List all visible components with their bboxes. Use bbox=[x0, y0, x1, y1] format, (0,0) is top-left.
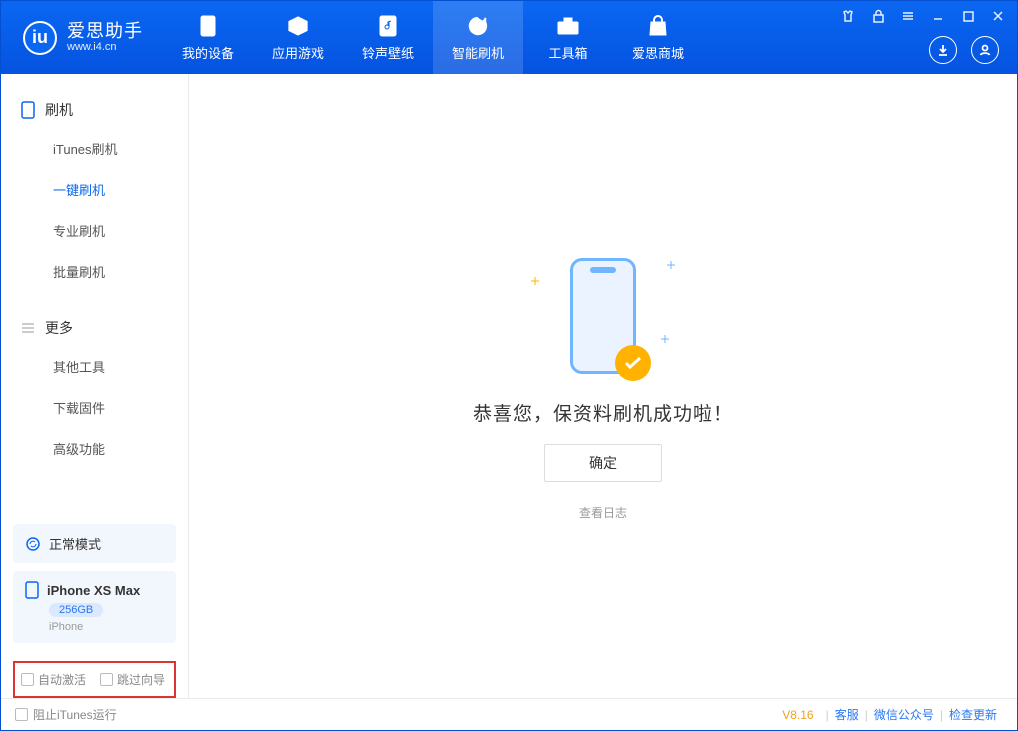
checkbox-label: 自动激活 bbox=[38, 671, 86, 688]
maximize-button[interactable] bbox=[959, 7, 977, 25]
sidebar-group-more[interactable]: 更多 bbox=[1, 310, 188, 346]
status-bar: 阻止iTunes运行 V8.16 | 客服 | 微信公众号 | 检查更新 bbox=[1, 698, 1017, 730]
brand-subtitle: www.i4.cn bbox=[67, 41, 143, 53]
download-button[interactable] bbox=[929, 36, 957, 64]
sparkle-icon bbox=[531, 277, 539, 285]
group-label: 刷机 bbox=[45, 100, 73, 120]
checkbox-label: 阻止iTunes运行 bbox=[33, 706, 117, 723]
shirt-icon[interactable] bbox=[839, 7, 857, 25]
app-logo-icon: iu bbox=[23, 21, 57, 55]
options-highlight-box: 自动激活 跳过向导 bbox=[13, 661, 176, 698]
tab-store[interactable]: 爱思商城 bbox=[613, 1, 703, 74]
checkbox-icon bbox=[100, 673, 113, 686]
mode-label: 正常模式 bbox=[49, 534, 101, 553]
toolbox-icon bbox=[556, 14, 580, 38]
tab-label: 爱思商城 bbox=[632, 43, 684, 62]
view-log-link[interactable]: 查看日志 bbox=[579, 504, 627, 521]
check-update-link[interactable]: 检查更新 bbox=[949, 706, 997, 723]
phone-icon bbox=[196, 14, 220, 38]
device-name: iPhone XS Max bbox=[47, 583, 140, 598]
sidebar-item-batch-flash[interactable]: 批量刷机 bbox=[1, 251, 188, 292]
checkbox-icon bbox=[15, 708, 28, 721]
top-nav: 我的设备 应用游戏 铃声壁纸 智能刷机 工具箱 爱思商城 bbox=[163, 1, 703, 74]
device-storage-pill: 256GB bbox=[49, 603, 103, 617]
tab-label: 我的设备 bbox=[182, 43, 234, 62]
skip-guide-checkbox[interactable]: 跳过向导 bbox=[100, 671, 165, 688]
lock-icon[interactable] bbox=[869, 7, 887, 25]
checkmark-badge-icon bbox=[615, 345, 651, 381]
sidebar-group-flash[interactable]: 刷机 bbox=[1, 92, 188, 128]
main-content: 恭喜您，保资料刷机成功啦！ 确定 查看日志 bbox=[189, 74, 1017, 698]
tab-label: 应用游戏 bbox=[272, 43, 324, 62]
sidebar-item-oneclick-flash[interactable]: 一键刷机 bbox=[1, 169, 188, 210]
version-label: V8.16 bbox=[782, 708, 813, 722]
tab-smart-flash[interactable]: 智能刷机 bbox=[433, 1, 523, 74]
tab-ringtone-wallpaper[interactable]: 铃声壁纸 bbox=[343, 1, 433, 74]
tablet-icon bbox=[21, 101, 35, 119]
brand-title: 爱思助手 bbox=[67, 22, 143, 42]
phone-icon bbox=[25, 581, 39, 599]
sidebar-item-advanced[interactable]: 高级功能 bbox=[1, 428, 188, 469]
ok-button[interactable]: 确定 bbox=[544, 444, 662, 482]
separator: | bbox=[826, 708, 829, 722]
sidebar-item-pro-flash[interactable]: 专业刷机 bbox=[1, 210, 188, 251]
sidebar-item-itunes-flash[interactable]: iTunes刷机 bbox=[1, 128, 188, 169]
device-mode-card[interactable]: 正常模式 bbox=[13, 524, 176, 563]
sidebar: 刷机 iTunes刷机 一键刷机 专业刷机 批量刷机 更多 其他工具 下载固件 … bbox=[1, 74, 189, 698]
tab-apps-games[interactable]: 应用游戏 bbox=[253, 1, 343, 74]
wechat-link[interactable]: 微信公众号 bbox=[874, 706, 934, 723]
separator: | bbox=[940, 708, 943, 722]
tab-label: 铃声壁纸 bbox=[362, 43, 414, 62]
device-info-card[interactable]: iPhone XS Max 256GB iPhone bbox=[13, 571, 176, 643]
refresh-shield-icon bbox=[466, 14, 490, 38]
auto-activate-checkbox[interactable]: 自动激活 bbox=[21, 671, 86, 688]
tab-my-device[interactable]: 我的设备 bbox=[163, 1, 253, 74]
sparkle-icon bbox=[667, 261, 675, 269]
sidebar-item-other-tools[interactable]: 其他工具 bbox=[1, 346, 188, 387]
header-round-buttons bbox=[929, 36, 999, 64]
block-itunes-checkbox[interactable]: 阻止iTunes运行 bbox=[15, 706, 117, 723]
window-controls bbox=[839, 7, 1007, 25]
sync-icon bbox=[25, 536, 41, 552]
checkbox-icon bbox=[21, 673, 34, 686]
tab-toolbox[interactable]: 工具箱 bbox=[523, 1, 613, 74]
menu-icon[interactable] bbox=[899, 7, 917, 25]
sparkle-icon bbox=[661, 335, 669, 343]
checkbox-label: 跳过向导 bbox=[117, 671, 165, 688]
tab-label: 智能刷机 bbox=[452, 43, 504, 62]
tab-label: 工具箱 bbox=[548, 43, 587, 62]
brand: iu 爱思助手 www.i4.cn bbox=[1, 21, 163, 55]
title-bar: iu 爱思助手 www.i4.cn 我的设备 应用游戏 铃声壁纸 智能刷机 工具… bbox=[1, 1, 1017, 74]
success-message: 恭喜您，保资料刷机成功啦！ bbox=[473, 399, 733, 426]
music-file-icon bbox=[376, 14, 400, 38]
success-illustration bbox=[513, 251, 693, 381]
separator: | bbox=[865, 708, 868, 722]
support-link[interactable]: 客服 bbox=[835, 706, 859, 723]
list-icon bbox=[21, 322, 35, 334]
sidebar-item-download-firmware[interactable]: 下载固件 bbox=[1, 387, 188, 428]
account-button[interactable] bbox=[971, 36, 999, 64]
cube-icon bbox=[286, 14, 310, 38]
group-label: 更多 bbox=[45, 318, 73, 338]
device-type: iPhone bbox=[49, 621, 83, 633]
close-button[interactable] bbox=[989, 7, 1007, 25]
minimize-button[interactable] bbox=[929, 7, 947, 25]
bag-icon bbox=[646, 14, 670, 38]
